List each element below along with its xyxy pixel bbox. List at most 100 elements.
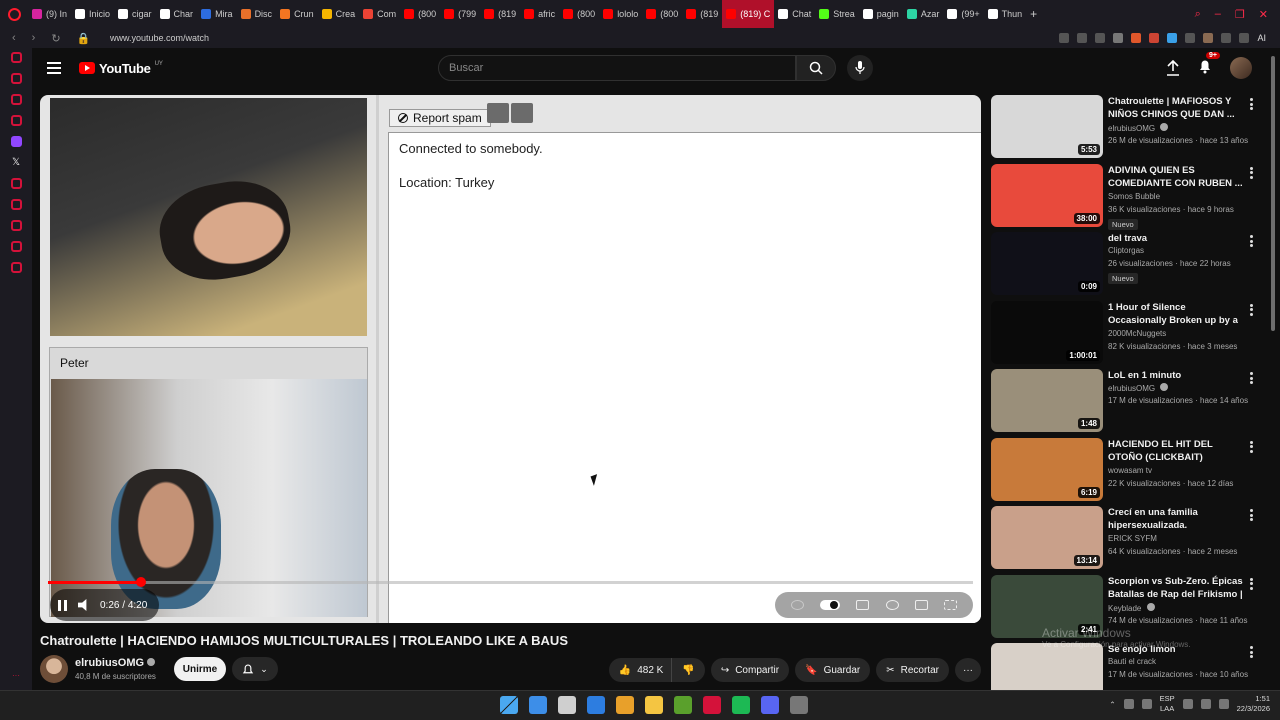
browser-tab[interactable]: (800 [642, 0, 682, 28]
microphone-icon[interactable] [1141, 699, 1152, 709]
browser-tab[interactable]: Azar [903, 0, 944, 28]
browser-tab[interactable]: (800 [559, 0, 599, 28]
browser-tab[interactable]: lololo [599, 0, 642, 28]
related-video-title[interactable]: del trava [1108, 232, 1244, 245]
extension-icon[interactable] [1149, 33, 1160, 43]
extension-icon[interactable] [1167, 33, 1178, 43]
taskbar-app-icon[interactable] [558, 696, 576, 714]
speaker-icon[interactable] [1200, 699, 1211, 709]
close-window-icon[interactable]: ✕ [1259, 8, 1268, 21]
related-channel-name[interactable]: Cliptorgas [1108, 246, 1144, 255]
sidebar-app-icon[interactable] [10, 94, 22, 105]
extension-icon[interactable] [1203, 33, 1214, 43]
video-player[interactable]: Peter Connected to somebody. Location: T… [40, 95, 981, 623]
taskbar-app-icon[interactable] [616, 696, 634, 714]
related-video-item[interactable]: Se enojo limon Bauti el crack 17 M de visu… [991, 643, 1261, 690]
related-video-title[interactable]: LoL en 1 minuto [1108, 369, 1244, 382]
video-thumbnail[interactable]: 38:00 [991, 163, 1103, 227]
join-button[interactable]: Unirme [174, 657, 226, 681]
miniplayer-icon[interactable] [487, 103, 509, 123]
related-video-item[interactable]: 5:53 Chatroulette | MAFIOSOS Y NIÑOS CHIN… [991, 95, 1261, 159]
fullscreen-icon[interactable] [943, 600, 957, 610]
account-avatar[interactable] [1230, 57, 1252, 79]
more-actions-button[interactable]: ··· [955, 658, 981, 682]
history-icon[interactable] [10, 220, 22, 231]
browser-tab[interactable]: Crun [276, 0, 318, 28]
maximize-icon[interactable]: ❐ [1235, 8, 1245, 21]
browser-tab[interactable]: Inicio [71, 0, 114, 28]
page-scrollbar[interactable] [1271, 56, 1275, 331]
related-video-item[interactable]: 38:00 ADIVINA QUIEN ES COMEDIANTE CON RUB… [991, 163, 1261, 230]
browser-tab[interactable]: (99+ [943, 0, 983, 28]
url-field[interactable]: www.youtube.com/watch [110, 33, 209, 43]
extension-icon[interactable] [1131, 33, 1142, 43]
related-video-item[interactable]: 0:09 del trava Cliptorgas 26 visualizacione… [991, 232, 1261, 296]
browser-tab[interactable]: Com [359, 0, 400, 28]
opera-logo-icon[interactable] [0, 0, 28, 28]
settings-icon[interactable] [885, 600, 899, 610]
upload-icon[interactable] [1166, 60, 1180, 76]
browser-tab[interactable]: (799 [440, 0, 480, 28]
related-channel-name[interactable]: Somos Bubble [1108, 192, 1160, 201]
browser-tab[interactable]: (800 [400, 0, 440, 28]
voice-search-button[interactable] [847, 55, 873, 81]
clip-button[interactable]: ✂ Recortar [876, 658, 949, 682]
related-channel-name[interactable]: Bauti el crack [1108, 657, 1156, 666]
video-thumbnail[interactable]: 5:53 [991, 95, 1103, 158]
hamburger-menu-icon[interactable] [47, 62, 61, 74]
sidebar-app-icon[interactable] [10, 241, 22, 252]
related-channel-name[interactable]: wowasam tv [1108, 466, 1152, 475]
related-video-title[interactable]: HACIENDO EL HIT DEL OTOÑO (CLICKBAIT) @m… [1108, 438, 1244, 464]
more-options-icon[interactable] [1250, 440, 1253, 453]
sidebar-app-icon[interactable] [10, 115, 22, 126]
related-channel-name[interactable]: elrubiusOMG [1108, 383, 1169, 393]
search-tabs-icon[interactable]: ⌕ [1195, 8, 1201, 21]
replay-icon[interactable] [791, 600, 805, 610]
progress-scrubber[interactable] [135, 577, 146, 587]
extension-icon[interactable] [1077, 33, 1088, 43]
search-button[interactable] [796, 55, 836, 81]
volume-icon[interactable] [78, 599, 87, 611]
browser-tab[interactable]: Thun [984, 0, 1027, 28]
sidebar-app-icon[interactable] [10, 73, 22, 84]
language-indicator[interactable]: ESP LAA [1160, 694, 1175, 714]
youtube-logo[interactable]: YouTube UY [79, 61, 163, 76]
related-video-item[interactable]: 1:00:01 1 Hour of Silence Occasionally Br… [991, 300, 1261, 365]
extension-icon[interactable] [1095, 33, 1106, 43]
related-video-item[interactable]: 1:48 LoL en 1 minuto elrubiusOMG 17 M de v… [991, 369, 1261, 433]
browser-tab[interactable]: afric [520, 0, 559, 28]
taskbar-app-icon[interactable] [761, 696, 779, 714]
x-icon[interactable]: 𝕏 [12, 157, 20, 168]
network-icon[interactable] [1182, 699, 1193, 709]
tray-app-icon[interactable] [1123, 699, 1134, 709]
sidebar-app-icon[interactable] [10, 199, 22, 210]
sidebar-app-icon[interactable] [10, 52, 22, 63]
related-channel-name[interactable]: 2000McNuggets [1108, 329, 1166, 338]
next-icon[interactable] [511, 103, 533, 123]
start-button-icon[interactable] [500, 696, 518, 714]
camera-icon[interactable] [1239, 33, 1250, 43]
video-thumbnail[interactable]: 6:19 [991, 437, 1103, 501]
browser-tab[interactable]: (819 [682, 0, 722, 28]
reload-icon[interactable]: ↻ [51, 32, 60, 45]
settings-icon[interactable] [10, 262, 22, 273]
taskbar-app-icon[interactable] [732, 696, 750, 714]
related-channel-name[interactable]: Keyblade [1108, 602, 1155, 613]
video-thumbnail[interactable] [991, 643, 1103, 690]
clock[interactable]: 1:51 22/3/2026 [1237, 694, 1270, 714]
video-thumbnail[interactable]: 1:00:01 [991, 300, 1103, 364]
ai-button[interactable]: AI [1257, 33, 1266, 43]
related-video-item[interactable]: 6:19 HACIENDO EL HIT DEL OTOÑO (CLICKBAIT… [991, 437, 1261, 502]
share-button[interactable]: ↪ Compartir [710, 658, 790, 682]
related-video-title[interactable]: Scorpion vs Sub-Zero. Épicas Batallas de… [1108, 575, 1244, 601]
notifications-button[interactable]: 9+ [1198, 51, 1220, 79]
taskbar-app-icon[interactable] [587, 696, 605, 714]
save-button[interactable]: 🔖 Guardar [795, 658, 871, 682]
more-options-icon[interactable] [1250, 235, 1253, 247]
taskbar-app-icon[interactable] [529, 696, 547, 714]
taskbar-app-icon[interactable] [645, 696, 663, 714]
more-options-icon[interactable] [1250, 646, 1253, 658]
browser-tab[interactable]: pagin [859, 0, 903, 28]
twitch-icon[interactable] [10, 136, 22, 147]
extension-icon[interactable] [1059, 33, 1070, 43]
